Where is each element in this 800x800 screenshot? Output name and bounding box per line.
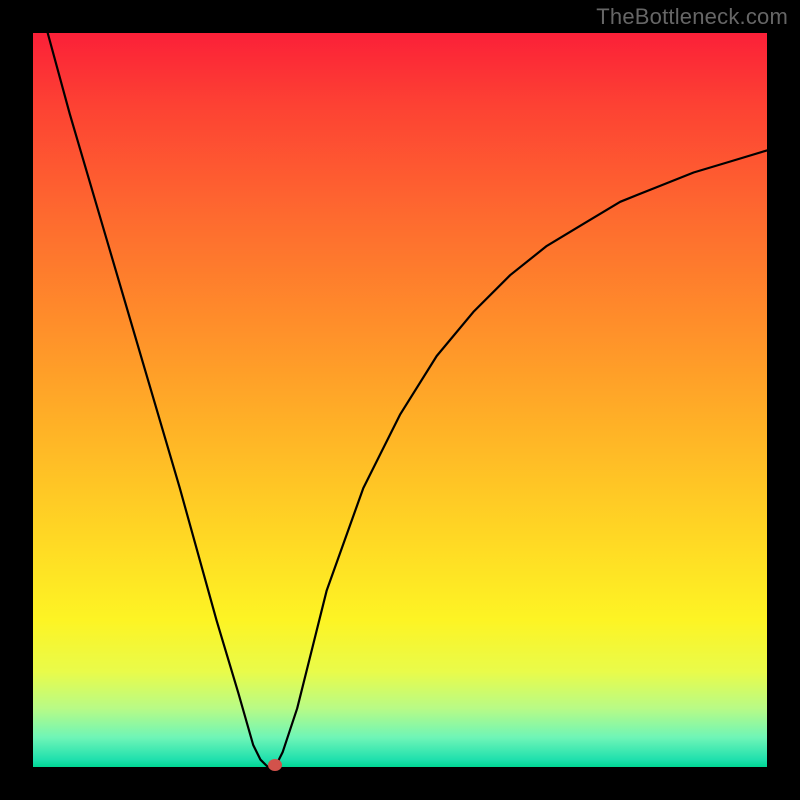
- chart-curve-svg: [33, 33, 767, 767]
- chart-plot-area: [33, 33, 767, 767]
- chart-curve-path: [48, 33, 767, 767]
- chart-marker-dot: [268, 759, 282, 771]
- chart-frame: TheBottleneck.com: [0, 0, 800, 800]
- watermark-text: TheBottleneck.com: [596, 4, 788, 30]
